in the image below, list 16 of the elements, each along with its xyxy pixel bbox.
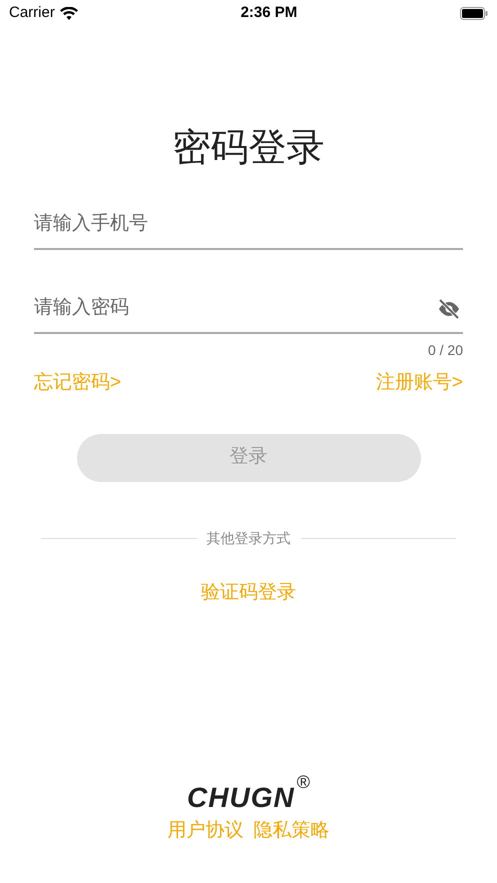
user-agreement-link[interactable]: 用户协议 <box>168 816 244 845</box>
battery-icon <box>460 6 488 20</box>
carrier-label: Carrier <box>9 2 55 23</box>
privacy-policy-link[interactable]: 隐私策略 <box>254 816 330 845</box>
registered-mark: ® <box>296 772 310 790</box>
clock: 2:36 PM <box>240 2 298 23</box>
sms-login-link[interactable]: 验证码登录 <box>201 578 296 607</box>
forgot-password-link[interactable]: 忘记密码> <box>34 369 122 398</box>
page-title: 密码登录 <box>172 126 324 171</box>
password-input-field[interactable]: 请输入密码 <box>34 284 463 334</box>
wifi-icon <box>60 6 78 20</box>
brand-logo: CHUGN <box>187 782 295 812</box>
phone-input-field[interactable]: 请输入手机号 <box>34 200 463 250</box>
character-counter: 0 / 20 <box>428 341 463 360</box>
register-link[interactable]: 注册账号> <box>376 369 463 398</box>
divider-label: 其他登录方式 <box>206 528 290 548</box>
